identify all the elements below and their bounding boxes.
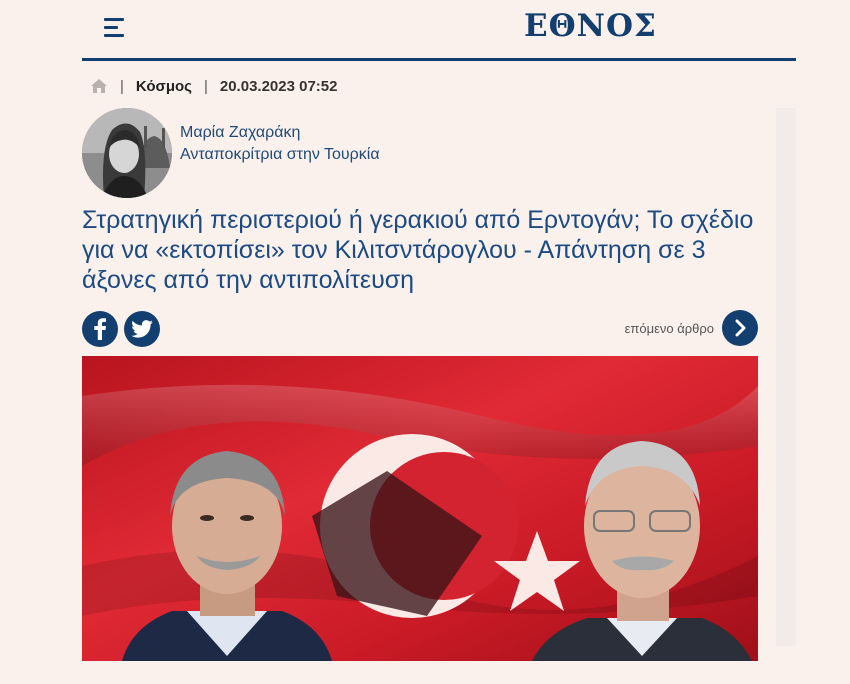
site-logo[interactable]: ΕΘΝΟΣ [524,8,657,44]
hamburger-menu-icon[interactable] [104,18,126,38]
site-header: ΕΘΝΟΣ [82,0,796,62]
breadcrumb-category[interactable]: Κόσμος [136,78,192,95]
next-article-link[interactable]: επόμενο άρθρο [625,310,758,346]
author-avatar[interactable] [82,108,172,198]
sidebar-placeholder [776,108,796,646]
home-icon[interactable] [90,78,108,94]
next-article-button[interactable] [722,310,758,346]
twitter-share-button[interactable] [124,311,160,347]
author-role: Ανταποκρίτρια στην Τουρκία [180,146,380,163]
chevron-right-icon [735,319,746,337]
article-title: Στρατηγική περιστεριού ή γερακιού από Ερ… [82,206,754,294]
share-buttons [82,311,160,347]
author-block: Μαρία Ζαχαράκη Ανταποκρίτρια στην Τουρκί… [82,108,380,198]
publish-datetime: 20.03.2023 07:52 [219,77,338,95]
breadcrumb-separator: | [203,77,208,95]
breadcrumb-separator: | [120,77,124,95]
next-article-label: επόμενο άρθρο [624,320,714,336]
facebook-icon [94,318,106,340]
hero-image [82,356,758,661]
facebook-share-button[interactable] [82,311,118,347]
twitter-icon [131,320,153,338]
breadcrumb: | Κόσμος | 20.03.2023 07:52 [90,76,337,96]
header-divider [82,58,796,61]
author-name[interactable]: Μαρία Ζαχαράκη [180,122,380,144]
